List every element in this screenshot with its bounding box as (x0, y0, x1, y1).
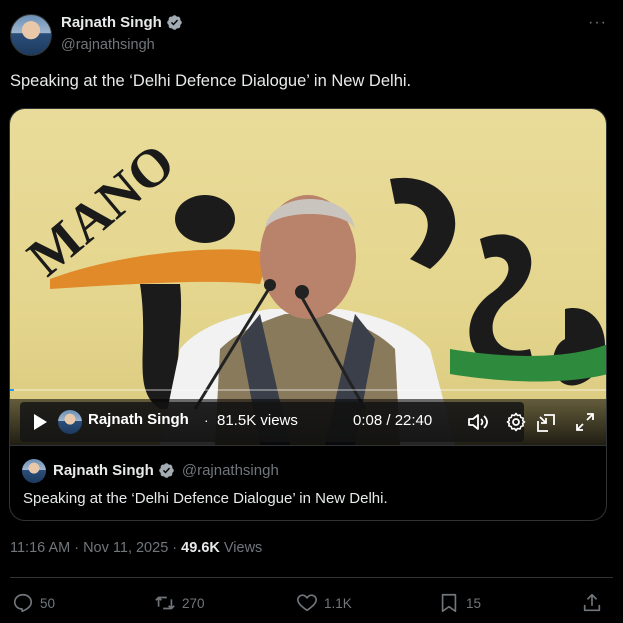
logo-dot (175, 195, 235, 243)
tweet-text: Speaking at the ‘Delhi Defence Dialogue’… (10, 72, 412, 90)
quoted-author-avatar (22, 459, 46, 483)
logo-stroke-s (469, 234, 535, 372)
more-options-icon[interactable]: ··· (588, 14, 607, 32)
tweet-meta: 11:16 AM · Nov 11, 2025 · 49.6K Views (10, 540, 262, 556)
views-label: Views (223, 540, 263, 556)
view-count: 49.6K (181, 540, 220, 556)
share-button[interactable] (581, 592, 603, 614)
repost-count: 270 (182, 595, 205, 611)
channel-avatar[interactable] (58, 410, 82, 434)
author-name[interactable]: Rajnath Singh (61, 14, 162, 31)
video-frame: MANO (16, 132, 606, 445)
video-controls: Rajnath Singh · 81.5K views 0:08 / 22:40 (10, 399, 606, 445)
tweet-timestamp[interactable]: 11:16 AM · Nov 11, 2025 · (10, 540, 177, 556)
quoted-author-line: Rajnath Singh @rajnathsingh (53, 462, 279, 479)
reply-icon (13, 593, 33, 613)
bookmark-button[interactable]: 15 (438, 592, 481, 614)
like-button[interactable]: 1.1K (296, 592, 352, 614)
verified-badge-icon (167, 15, 182, 30)
author-handle[interactable]: @rajnathsingh (61, 37, 155, 53)
quote-card[interactable]: MANO Rajnath Singh · 81.5K views 0:08 / … (9, 108, 607, 521)
quoted-author-name: Rajnath Singh (53, 462, 154, 479)
heart-icon (297, 594, 317, 612)
quoted-tweet-text: Speaking at the ‘Delhi Defence Dialogue’… (23, 490, 388, 507)
share-icon (583, 593, 601, 612)
quoted-author-handle: @rajnathsingh (181, 462, 279, 479)
divider (10, 577, 613, 578)
video-time: 0:08 / 22:40 (353, 412, 433, 429)
settings-gear-icon[interactable] (506, 412, 526, 432)
video-info-bar: Rajnath Singh · 81.5K views 0:08 / 22:40 (20, 402, 526, 442)
author-name-line: Rajnath Singh (61, 14, 183, 31)
play-icon[interactable] (30, 412, 50, 432)
volume-icon[interactable] (467, 412, 489, 432)
repost-button[interactable]: 270 (154, 592, 205, 614)
reply-button[interactable]: 50 (12, 592, 55, 614)
repost-icon (155, 596, 175, 610)
video-player[interactable]: MANO Rajnath Singh · 81.5K views 0:08 / … (10, 109, 606, 445)
bookmark-count: 15 (466, 595, 482, 611)
action-bar: 50 270 1.1K 15 (0, 588, 623, 618)
author-avatar[interactable] (10, 14, 52, 56)
fullscreen-icon[interactable] (576, 413, 594, 431)
video-progress-track[interactable] (10, 389, 606, 391)
picture-in-picture-icon[interactable] (536, 413, 556, 433)
video-progress-fill (10, 389, 14, 391)
quoted-tweet[interactable]: Rajnath Singh @rajnathsingh Speaking at … (10, 445, 606, 520)
separator-dot: · (204, 412, 209, 428)
video-views: 81.5K views (217, 412, 298, 429)
reply-count: 50 (40, 595, 56, 611)
logo-stroke-top (390, 177, 456, 269)
bookmark-icon (441, 593, 457, 613)
like-count: 1.1K (324, 595, 352, 611)
tweet-header: Rajnath Singh @rajnathsingh ··· (10, 12, 613, 58)
channel-name[interactable]: Rajnath Singh (88, 411, 189, 428)
verified-badge-icon (159, 463, 174, 478)
